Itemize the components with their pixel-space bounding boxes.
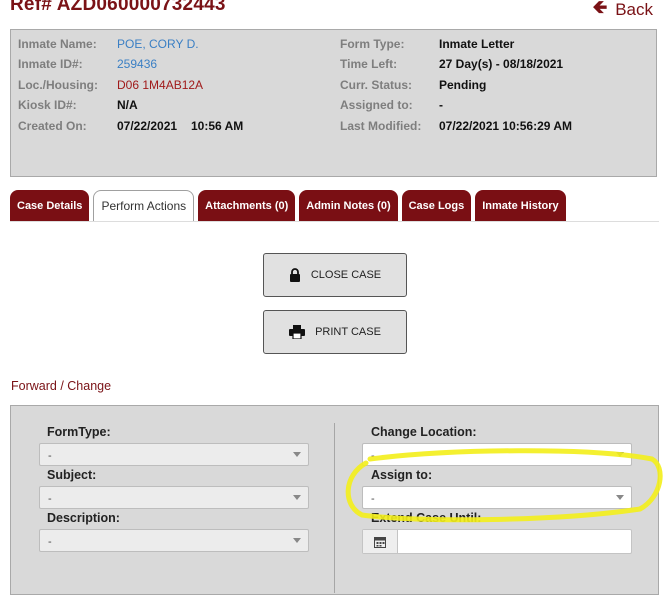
inmate-name-link[interactable]: POE, CORY D. — [117, 37, 199, 51]
ref-prefix: Ref# — [10, 0, 52, 15]
created-date: 07/22/2021 — [117, 119, 178, 133]
subject-select[interactable]: - — [39, 486, 309, 509]
created-label: Created On: — [18, 119, 87, 133]
change-location-select[interactable]: - — [362, 443, 632, 466]
back-label: Back — [615, 0, 653, 19]
inmate-name-label: Inmate Name: — [18, 37, 97, 51]
assign-to-select[interactable]: - — [362, 486, 632, 509]
form-type-label: Form Type: — [340, 37, 405, 51]
page-title: Ref# AZD060000732443 — [10, 0, 226, 16]
forward-section-title: Forward / Change — [11, 379, 112, 393]
tab-attachments[interactable]: Attachments (0) — [198, 190, 296, 221]
print-case-label: PRINT CASE — [315, 326, 381, 338]
case-info-panel — [10, 29, 657, 177]
form-divider — [334, 423, 335, 593]
assigned-value: - — [439, 98, 443, 112]
chevron-down-icon — [293, 495, 301, 500]
formtype-select[interactable]: - — [39, 443, 309, 466]
printer-icon — [289, 325, 306, 339]
form-type-value: Inmate Letter — [439, 37, 515, 51]
chevron-down-icon — [616, 452, 624, 457]
lock-icon — [289, 268, 301, 282]
tab-perform-actions[interactable]: Perform Actions — [93, 190, 195, 221]
formtype-value: - — [48, 450, 52, 462]
chevron-down-icon — [616, 495, 624, 500]
chevron-down-icon — [293, 538, 301, 543]
description-select[interactable]: - — [39, 529, 309, 552]
status-label: Curr. Status: — [340, 78, 413, 92]
arrow-left-icon: 🡸 — [592, 0, 608, 17]
time-left-label: Time Left: — [340, 57, 398, 71]
extend-case-label: Extend Case Until: — [371, 511, 482, 525]
case-tabs: Case Details Perform Actions Attachments… — [10, 190, 566, 221]
tab-admin-notes[interactable]: Admin Notes (0) — [299, 190, 398, 221]
modified-value: 07/22/2021 10:56:29 AM — [439, 119, 572, 133]
inmate-id-label: Inmate ID#: — [18, 57, 83, 71]
kiosk-label: Kiosk ID#: — [18, 98, 77, 112]
change-location-label: Change Location: — [371, 425, 477, 439]
chevron-down-icon — [293, 452, 301, 457]
description-value: - — [48, 536, 52, 548]
tab-divider — [10, 221, 659, 222]
housing-value: D06 1M4AB12A — [117, 78, 204, 92]
housing-label: Loc./Housing: — [18, 78, 98, 92]
subject-label: Subject: — [47, 468, 97, 482]
calendar-icon[interactable] — [363, 530, 398, 553]
tab-case-logs[interactable]: Case Logs — [401, 190, 472, 221]
assigned-label: Assigned to: — [340, 98, 413, 112]
status-value: Pending — [439, 78, 487, 92]
tab-inmate-history[interactable]: Inmate History — [475, 190, 566, 221]
description-label: Description: — [47, 511, 120, 525]
back-link[interactable]: 🡸 Back — [593, 0, 653, 25]
created-time: 10:56 AM — [191, 119, 244, 133]
ref-number: AZD060000732443 — [56, 0, 226, 15]
kiosk-value: N/A — [117, 98, 138, 112]
close-case-label: CLOSE CASE — [310, 269, 382, 281]
assign-to-label: Assign to: — [371, 468, 433, 482]
time-left-value: 27 Day(s) - 08/18/2021 — [439, 57, 564, 71]
modified-label: Last Modified: — [340, 119, 422, 133]
extend-case-datepicker[interactable] — [362, 529, 632, 554]
print-case-button[interactable]: PRINT CASE — [263, 310, 407, 354]
formtype-label: FormType: — [47, 425, 111, 439]
inmate-id-link[interactable]: 259436 — [117, 57, 157, 71]
close-case-button[interactable]: CLOSE CASE — [263, 253, 407, 297]
subject-value: - — [48, 493, 52, 505]
tab-case-details[interactable]: Case Details — [10, 190, 90, 221]
change-location-value: - — [371, 450, 375, 462]
assign-to-value: - — [371, 493, 375, 505]
